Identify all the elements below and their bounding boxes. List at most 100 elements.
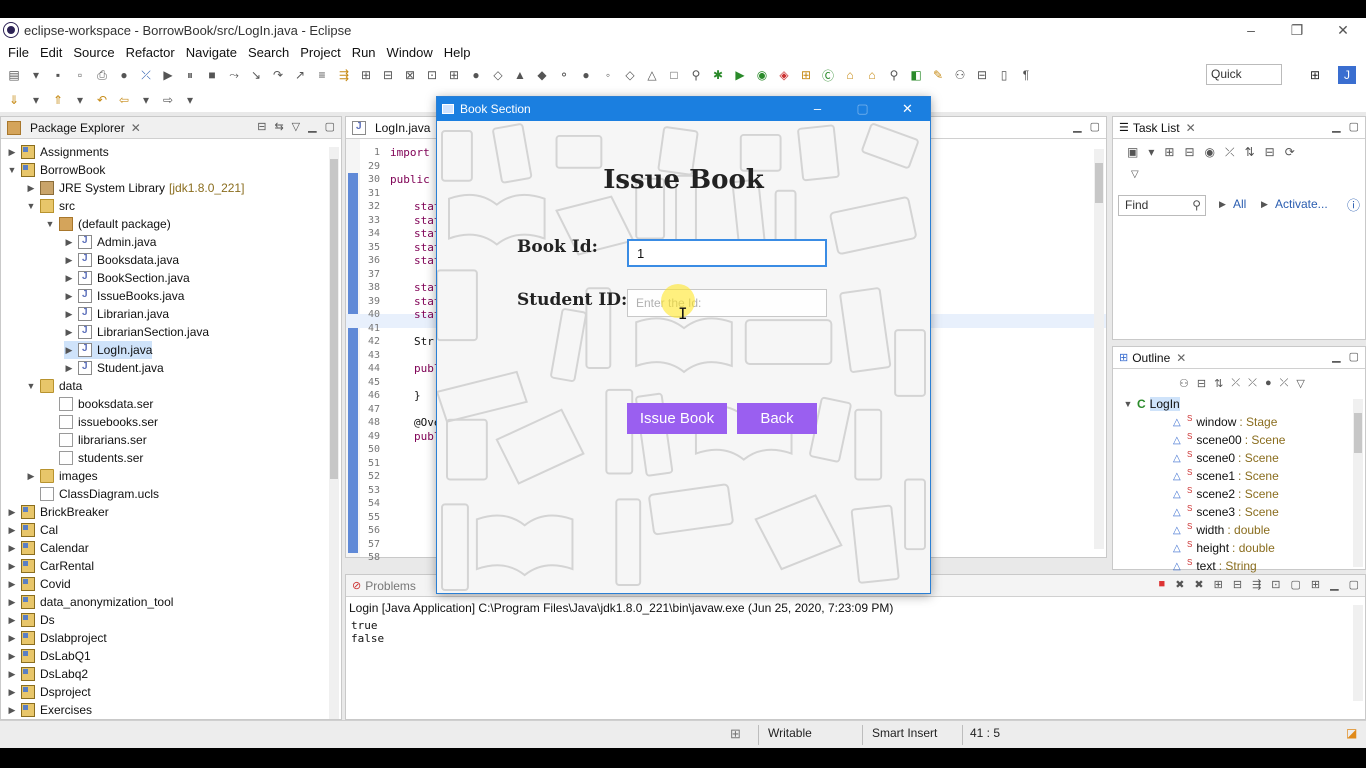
highlight-icon[interactable]: ✎ — [930, 67, 946, 83]
search-icon[interactable]: ⚲ — [886, 67, 902, 83]
package-explorer-scrollbar[interactable] — [329, 147, 339, 719]
show-whitespace-icon[interactable]: ¶ — [1018, 67, 1034, 83]
tool-icon[interactable]: ⚬ — [556, 67, 572, 83]
pin-console-icon[interactable]: ⊡ — [1271, 578, 1280, 591]
outline-item[interactable]: △ Sscene0: Scene — [1173, 449, 1279, 467]
dropdown-icon[interactable]: ▾ — [138, 92, 154, 108]
expand-arrow-icon[interactable]: ▼ — [1123, 399, 1133, 409]
open-console-icon[interactable]: ⊞ — [1311, 578, 1320, 591]
use-step-filters-icon[interactable]: ⇶ — [336, 67, 352, 83]
disconnect-icon[interactable]: ⤳ — [226, 67, 242, 83]
new-java-class-icon[interactable]: Ⓒ — [820, 67, 836, 83]
tree-item[interactable]: ▶ data_anonymization_tool — [7, 593, 173, 611]
open-perspective-icon[interactable]: ⊞ — [1306, 66, 1324, 84]
hide-fields-icon[interactable]: ⤫ — [1231, 377, 1240, 390]
sort-icon[interactable]: ⇅ — [1214, 377, 1223, 390]
tree-item[interactable]: ▶ CarRental — [7, 557, 94, 575]
view-menu-icon[interactable]: ▽ — [292, 120, 300, 133]
close-button[interactable]: ✕ — [1320, 18, 1366, 42]
tool-icon[interactable]: ◆ — [534, 67, 550, 83]
scroll-thumb[interactable] — [1095, 163, 1103, 203]
tool-icon[interactable]: ● — [468, 67, 484, 83]
synchronize-icon[interactable]: ⇅ — [1245, 145, 1255, 160]
tree-item[interactable]: ▶ Ds — [7, 611, 55, 629]
menu-source[interactable]: Source — [73, 45, 114, 60]
minimize-icon[interactable]: ▁ — [308, 120, 316, 133]
outline-tab[interactable]: ⊞ Outline ✕ ▁ ▢ — [1113, 347, 1365, 369]
expand-arrow-icon[interactable]: ▶ — [64, 255, 74, 266]
step-into-icon[interactable]: ↘ — [248, 67, 264, 83]
console-scrollbar[interactable] — [1353, 605, 1363, 701]
tool-icon[interactable]: ⚇ — [1179, 377, 1189, 390]
scheduled-icon[interactable]: ⊟ — [1184, 145, 1194, 160]
hide-completed-icon[interactable]: ⤫ — [1225, 145, 1235, 160]
dropdown-icon[interactable]: ▾ — [72, 92, 88, 108]
tool-icon[interactable]: ◇ — [490, 67, 506, 83]
expand-arrow-icon[interactable]: ▶ — [7, 669, 17, 680]
tree-item[interactable]: ▶ images — [26, 467, 98, 485]
tool-icon[interactable]: △ — [644, 67, 660, 83]
external-tools-icon[interactable]: ◈ — [776, 67, 792, 83]
minimize-icon[interactable]: ▁ — [1332, 120, 1340, 133]
menu-search[interactable]: Search — [248, 45, 289, 60]
tool-icon[interactable]: ⊡ — [424, 67, 440, 83]
tool-icon[interactable]: ⊠ — [402, 67, 418, 83]
profile-icon[interactable]: ● — [116, 67, 132, 83]
minimize-button[interactable]: – — [1228, 18, 1274, 42]
tree-item[interactable]: students.ser — [45, 449, 143, 467]
dialog-minimize-button[interactable]: – — [795, 97, 840, 121]
tool-icon[interactable]: ⊞ — [446, 67, 462, 83]
new-icon[interactable]: ▤ — [6, 67, 22, 83]
expand-arrow-icon[interactable]: ▶ — [64, 237, 74, 248]
outline-item[interactable]: △ Swidth: double — [1173, 521, 1270, 539]
tree-item[interactable]: ▶ Exercises — [7, 701, 92, 719]
display-console-icon[interactable]: ▢ — [1291, 578, 1301, 591]
outline-item[interactable]: △ Sheight: double — [1173, 539, 1275, 557]
collapse-arrow-icon[interactable]: ▼ — [45, 219, 55, 229]
tree-item[interactable]: ▶ LibrarianSection.java — [64, 323, 209, 341]
expand-arrow-icon[interactable]: ▶ — [7, 651, 17, 662]
previous-annotation-icon[interactable]: ⇑ — [50, 92, 66, 108]
outline-item[interactable]: △ Sscene1: Scene — [1173, 467, 1279, 485]
all-link[interactable]: All — [1233, 197, 1246, 211]
drop-frame-icon[interactable]: ≡ — [314, 67, 330, 83]
expand-arrow-icon[interactable]: ▶ — [64, 291, 74, 302]
back-button[interactable]: Back — [737, 403, 817, 434]
outline-item[interactable]: △ Sscene00: Scene — [1173, 431, 1285, 449]
open-task-icon[interactable]: ⌂ — [864, 67, 880, 83]
dialog-maximize-button[interactable]: ▢ — [840, 97, 885, 121]
menu-navigate[interactable]: Navigate — [186, 45, 237, 60]
suspend-icon[interactable]: ⏸ — [182, 67, 198, 83]
save-icon[interactable]: ▪ — [50, 67, 66, 83]
hide-local-types-icon[interactable]: ⤫ — [1280, 377, 1289, 390]
terminate-icon[interactable]: ■ — [204, 67, 220, 83]
menu-file[interactable]: File — [8, 45, 29, 60]
collapse-all-icon[interactable]: ⊟ — [257, 120, 266, 133]
find-input[interactable]: Find ⚲ — [1118, 195, 1206, 216]
restore-button[interactable]: ❐ — [1274, 18, 1320, 42]
tree-item[interactable]: ▶ Assignments — [7, 143, 109, 161]
remove-launch-icon[interactable]: ✖ — [1175, 578, 1184, 591]
view-menu-icon[interactable]: ▽ — [1131, 169, 1139, 180]
tool-icon[interactable]: ⊟ — [380, 67, 396, 83]
toggle-icon[interactable]: ◧ — [908, 67, 924, 83]
skip-breakpoints-icon[interactable]: ⤫ — [138, 67, 154, 83]
resume-icon[interactable]: ▶ — [160, 67, 176, 83]
last-edit-location-icon[interactable]: ↶ — [94, 92, 110, 108]
close-icon[interactable]: ✕ — [1176, 351, 1186, 365]
maximize-icon[interactable]: ▢ — [1349, 578, 1359, 591]
close-icon[interactable]: ✕ — [131, 121, 141, 135]
expand-arrow-icon[interactable]: ▶ — [64, 309, 74, 320]
expand-arrow-icon[interactable]: ▶ — [7, 147, 17, 158]
focus-icon[interactable]: ◉ — [1205, 145, 1215, 160]
outline-scrollbar[interactable] — [1353, 399, 1363, 567]
expand-arrow-icon[interactable]: ▶ — [7, 525, 17, 536]
help-icon[interactable]: ⓘ — [1347, 195, 1360, 214]
tree-item[interactable]: ▼ (default package) — [45, 215, 171, 233]
collapse-arrow-icon[interactable]: ▼ — [26, 201, 36, 211]
hide-non-public-icon[interactable]: ● — [1265, 377, 1272, 390]
maximize-icon[interactable]: ▢ — [325, 120, 335, 133]
next-annotation-icon[interactable]: ⇓ — [6, 92, 22, 108]
scroll-thumb[interactable] — [1354, 413, 1362, 453]
menu-run[interactable]: Run — [352, 45, 376, 60]
